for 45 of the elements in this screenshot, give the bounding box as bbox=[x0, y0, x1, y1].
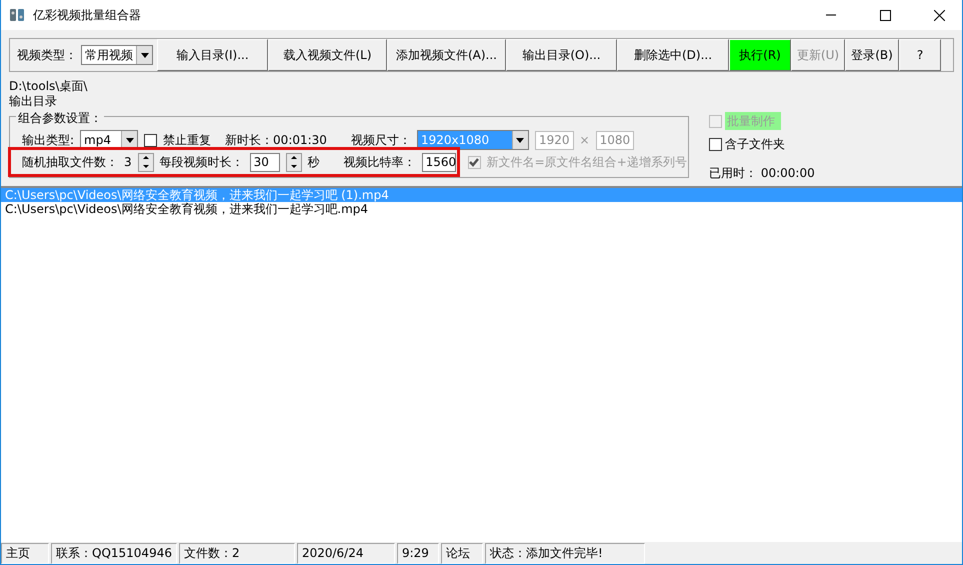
spinner-arrows-icon[interactable] bbox=[138, 152, 154, 172]
toolbar-button[interactable]: 登录(B) bbox=[845, 39, 899, 71]
status-panel: 联系：QQ15104946 bbox=[51, 543, 177, 564]
checkbox[interactable] bbox=[144, 134, 158, 146]
toolbar-button[interactable]: 输入目录(I)... bbox=[157, 39, 268, 71]
output-directory-label: 输出目录 bbox=[8, 94, 58, 109]
toolbar-button[interactable]: 载入视频文件(L) bbox=[268, 39, 387, 71]
checkbox-label: 含子文件夹 bbox=[725, 136, 785, 153]
field-label: 视频类型： bbox=[17, 47, 77, 64]
window-title: 亿彩视频批量组合器 bbox=[33, 7, 142, 24]
count-value: 3 bbox=[124, 154, 132, 171]
video-type-dropdown[interactable]: 常用视频 bbox=[81, 45, 153, 65]
status-panel: 9:29 bbox=[396, 543, 439, 564]
toolbar-button[interactable]: ? bbox=[899, 39, 941, 71]
unit-label: 秒 bbox=[308, 154, 320, 171]
toolbar-button[interactable]: 添加视频文件(A)... bbox=[387, 39, 506, 71]
directory-path: D:\tools\桌面\ bbox=[8, 79, 88, 94]
app-logo-icon bbox=[9, 7, 25, 23]
bitrate-field[interactable]: 1560 bbox=[422, 152, 456, 172]
execute-button[interactable]: 执行(R) bbox=[729, 39, 791, 71]
status-panel: 主页 bbox=[1, 543, 49, 564]
checkbox-label: 批量制作 bbox=[725, 112, 781, 130]
status-panel: 状态：添加文件完毕! bbox=[484, 543, 645, 564]
status-panel: 2020/6/24 bbox=[296, 543, 395, 564]
checkbox-label: 禁止重复 bbox=[163, 132, 212, 149]
checkbox-label: 新文件名=原文件名组合+递增系列号 bbox=[486, 154, 687, 171]
duration-text: 新时长：00:01:30 bbox=[225, 132, 327, 149]
field-label: 每段视频时长： bbox=[160, 154, 244, 171]
field-label: 随机抽取文件数： bbox=[22, 154, 118, 171]
field-label: 视频尺寸： bbox=[350, 132, 411, 149]
field-label: 视频比特率： bbox=[344, 154, 416, 171]
field-label: 输出类型: bbox=[22, 132, 74, 149]
elapsed-text: 已用时： 00:00:00 bbox=[709, 165, 815, 182]
checkbox[interactable] bbox=[709, 138, 722, 150]
file-list-item[interactable]: C:\Users\pc\Videos\网络安全教育视频，进来我们一起学习吧.mp4 bbox=[1, 202, 962, 216]
group-title: 组合参数设置： bbox=[16, 109, 104, 127]
duration-field[interactable]: 30 bbox=[250, 152, 280, 172]
spinner-arrows-icon[interactable] bbox=[286, 152, 302, 172]
status-panel: 论坛 bbox=[440, 543, 483, 564]
toolbar-button[interactable]: 删除选中(D)... bbox=[617, 39, 729, 71]
status-panel: 文件数：2 bbox=[178, 543, 295, 564]
maximize-icon[interactable] bbox=[880, 10, 890, 20]
separator-text: × bbox=[580, 132, 590, 149]
toolbar-button[interactable]: 输出目录(O)... bbox=[506, 39, 617, 71]
close-icon[interactable] bbox=[934, 10, 944, 20]
